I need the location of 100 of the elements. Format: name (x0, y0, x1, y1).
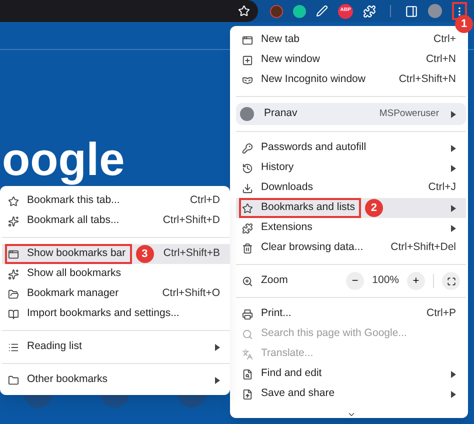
tab-icon (242, 34, 253, 46)
submenu-arrow-icon (451, 204, 456, 212)
submenu-arrow-icon (451, 110, 456, 118)
shortcut-text: Ctrl+Shift+Del (390, 240, 456, 256)
menu-item-label: Extensions (261, 220, 312, 236)
menu-item-label: Bookmark this tab... (27, 193, 120, 208)
profile-name: Pranav (264, 106, 298, 122)
menu-item[interactable]: Print... Ctrl+P (236, 304, 466, 324)
menu-item[interactable]: Clear browsing data... Ctrl+Shift+Del (236, 238, 466, 258)
incognito-icon (242, 74, 253, 86)
menu-item-label: New window (261, 52, 320, 68)
menu-item[interactable]: New tab Ctrl+ (236, 30, 466, 50)
folder-icon (8, 288, 19, 300)
submenu-arrow-icon (215, 344, 220, 350)
profile-row[interactable]: Pranav MSPoweruser (236, 103, 466, 125)
key-icon (242, 142, 253, 154)
menu-item-label: Passwords and autofill (261, 140, 366, 156)
menu-item-label: Find and edit (261, 366, 322, 382)
bookmark-star-icon[interactable] (238, 5, 250, 17)
menu-item-label: Print... (261, 306, 292, 322)
profile-avatar[interactable] (428, 4, 442, 18)
menu-item[interactable]: Save and share (236, 384, 466, 404)
fullscreen-button[interactable] (442, 272, 460, 290)
extension-icon[interactable] (293, 4, 306, 18)
callout-number: 2 (364, 199, 383, 217)
stars-icon (8, 216, 19, 226)
callout-number: 3 (136, 245, 154, 263)
more-caret-icon[interactable] (346, 410, 356, 419)
puzzle-icon (242, 222, 253, 234)
menu-item[interactable]: Import bookmarks and settings... (2, 304, 230, 324)
menu-item-label: New tab (261, 32, 300, 48)
submenu-arrow-icon (451, 164, 456, 172)
shortcut-text: Ctrl+J (428, 180, 456, 196)
menu-item[interactable]: Extensions (236, 218, 466, 238)
menu-item[interactable]: Bookmarks and lists 2 (236, 198, 466, 218)
menu-item[interactable]: Other bookmarks (2, 370, 230, 390)
shortcut-text: Ctrl+Shift+D (162, 213, 220, 228)
menu-item-label: Save and share (261, 386, 335, 402)
menu-item[interactable]: Reading list (2, 337, 230, 357)
zoom-in-button[interactable]: + (407, 272, 425, 290)
new-window-icon (242, 54, 253, 66)
menu-item[interactable]: Bookmark this tab... Ctrl+D (2, 191, 230, 211)
account-label: MSPoweruser (379, 106, 439, 121)
menu-item-label: Downloads (261, 180, 313, 196)
submenu-arrow-icon (215, 376, 220, 384)
menu-item-label: History (261, 160, 294, 176)
shortcut-text: Ctrl+Shift+O (162, 286, 220, 302)
menu-item[interactable]: New window Ctrl+N (236, 50, 466, 70)
shortcut-text: Ctrl+N (426, 52, 456, 68)
shortcut-text: Ctrl+ (434, 32, 456, 48)
zoom-label: Zoom (261, 273, 288, 288)
submenu-arrow-icon (451, 144, 456, 152)
list-icon (8, 342, 19, 352)
menu-item-label: Import bookmarks and settings... (27, 306, 180, 322)
shortcut-text: Ctrl+Shift+N (398, 72, 456, 88)
menu-item[interactable]: Downloads Ctrl+J (236, 178, 466, 198)
menu-item[interactable]: New Incognito window Ctrl+Shift+N (236, 70, 466, 90)
menu-item[interactable]: Bookmark manager Ctrl+Shift+O (2, 284, 230, 304)
file-icon (242, 388, 253, 400)
menu-item-label: Clear browsing data... (261, 240, 364, 256)
translate-icon (242, 348, 253, 360)
menu-item-label: Bookmarks and lists (261, 200, 355, 216)
menu-item-label: Bookmark all tabs... (27, 213, 120, 228)
book-icon (8, 308, 19, 320)
menu-item[interactable]: Passwords and autofill (236, 138, 466, 158)
stars-icon (8, 268, 19, 280)
printer-icon (242, 308, 253, 320)
star-icon (242, 202, 253, 214)
shortcut-text: Ctrl+D (190, 193, 220, 208)
extensions-icon[interactable] (363, 4, 376, 18)
shortcut-text: Ctrl+Shift+B (163, 246, 220, 262)
history-icon (242, 162, 253, 174)
menu-item-label: New Incognito window (261, 72, 366, 88)
search-icon (242, 328, 253, 340)
menu-item-label: Show all bookmarks (27, 266, 121, 282)
extension-icon[interactable] (270, 4, 283, 18)
submenu-arrow-icon (451, 370, 456, 378)
menu-item-label: Search this page with Google... (261, 326, 407, 342)
download-icon (242, 182, 253, 194)
folder-icon (8, 374, 19, 386)
submenu-arrow-icon (451, 224, 456, 232)
pen-icon[interactable] (316, 5, 328, 17)
avatar-icon (240, 107, 254, 121)
menu-item-label: Show bookmarks bar (27, 246, 126, 262)
menu-item[interactable]: Bookmark all tabs... Ctrl+Shift+D (2, 211, 230, 231)
window-icon (8, 248, 19, 260)
menu-item[interactable]: Find and edit (236, 364, 466, 384)
menu-item-label: Bookmark manager (27, 286, 119, 302)
shortcut-text: Ctrl+P (426, 306, 456, 322)
submenu-arrow-icon (451, 390, 456, 398)
zoom-value: 100% (372, 273, 399, 288)
zoom-out-button[interactable]: − (346, 272, 364, 290)
star-icon (8, 196, 19, 206)
menu-item[interactable]: Show all bookmarks (2, 264, 230, 284)
menu-item-label: Other bookmarks (27, 372, 108, 388)
side-panel-icon[interactable] (405, 4, 418, 18)
menu-item[interactable]: Show bookmarks bar 3 Ctrl+Shift+B (2, 244, 230, 264)
menu-item[interactable]: History (236, 158, 466, 178)
trash-icon (242, 242, 253, 254)
menu-item-label: Reading list (27, 339, 82, 354)
